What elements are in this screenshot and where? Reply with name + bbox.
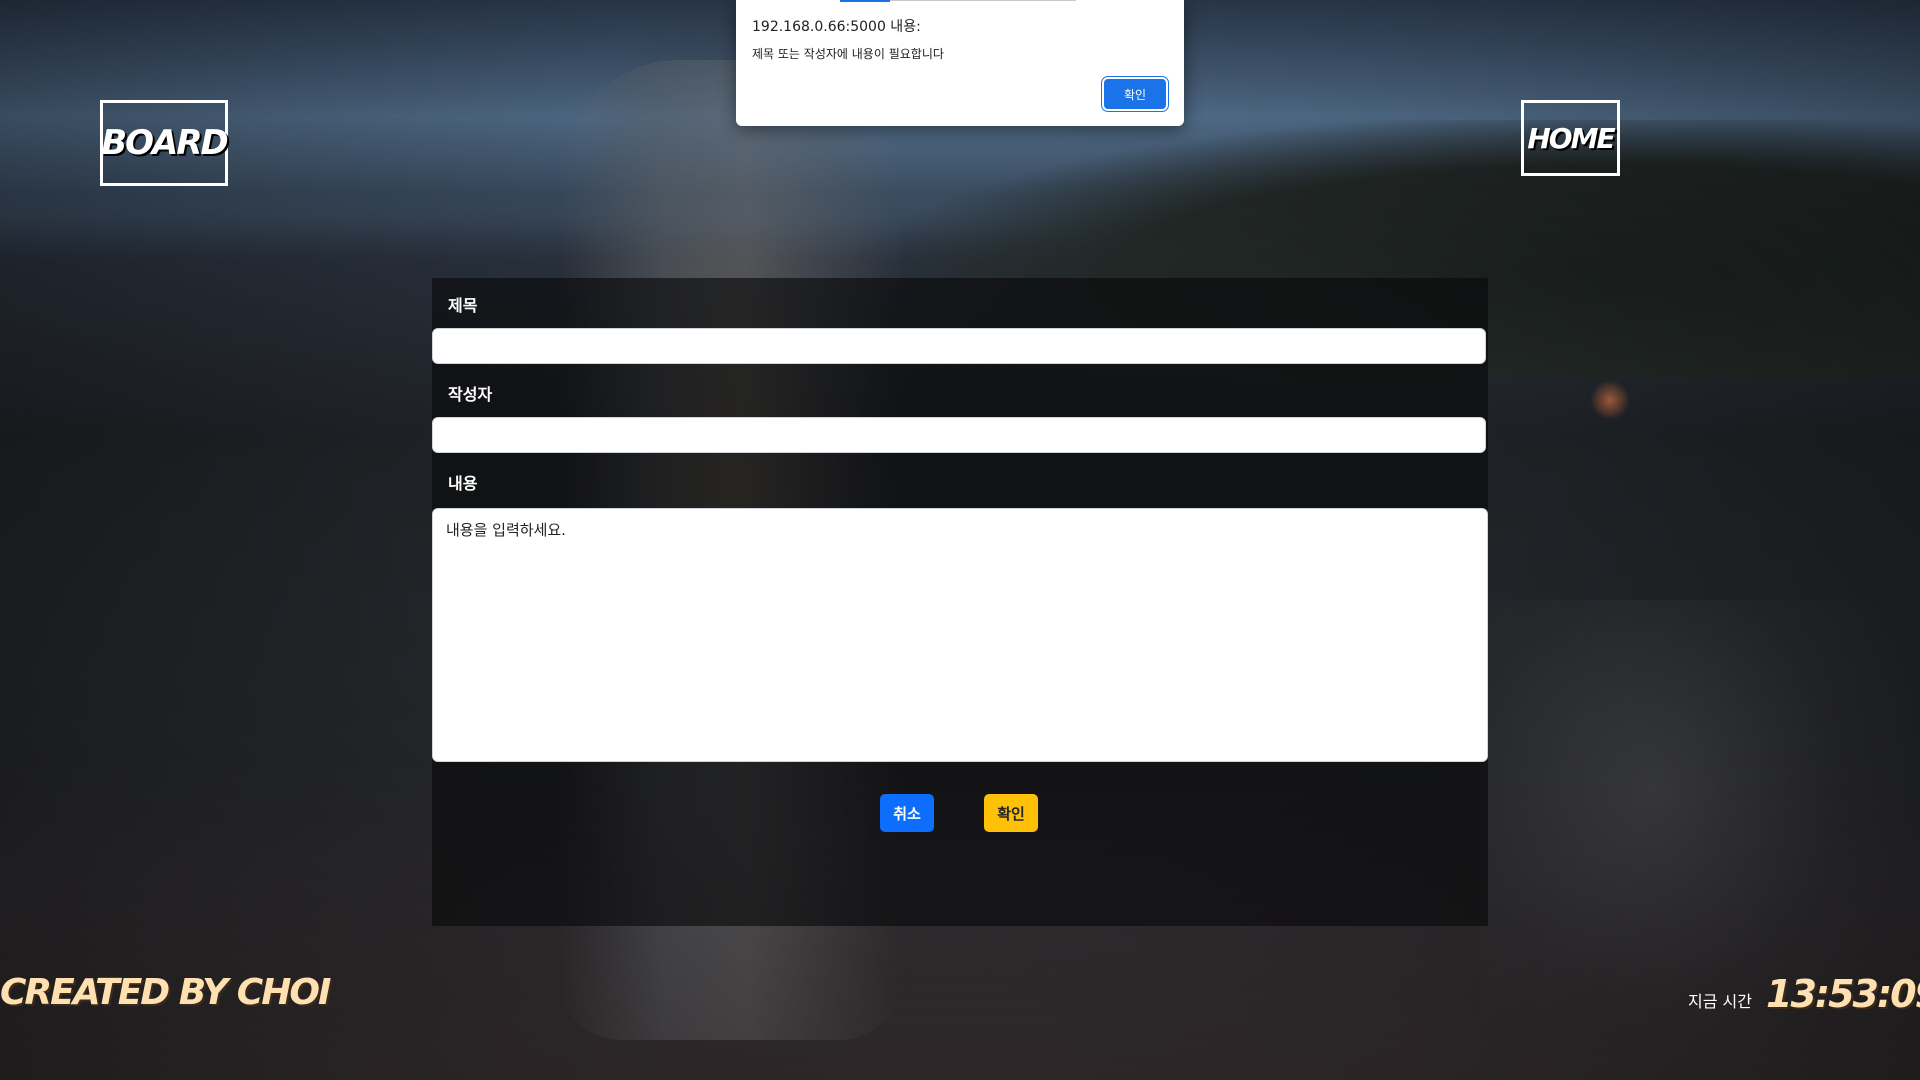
home-link[interactable]: HOME: [1521, 100, 1620, 176]
content-textarea[interactable]: 내용을 입력하세요.: [432, 508, 1488, 762]
title-input[interactable]: [432, 328, 1486, 364]
author-label: 작성자: [448, 385, 493, 404]
footer-credit: CREATED BY CHOI: [0, 972, 331, 1013]
alert-message: 제목 또는 작성자에 내용이 필요합니다: [752, 47, 944, 61]
board-logo-link[interactable]: BOARD: [100, 100, 229, 186]
confirm-button[interactable]: 확인: [984, 794, 1038, 832]
title-label: 제목: [448, 296, 478, 315]
write-form: 제목 작성자 내용 내용을 입력하세요. 취소 확인: [432, 278, 1488, 926]
current-time-label: 지금 시간: [1688, 992, 1752, 1011]
alert-dialog: 192.168.0.66:5000 내용: 제목 또는 작성자에 내용이 필요합…: [736, 0, 1184, 126]
current-time: 13:53:09: [1766, 972, 1920, 1016]
content-label: 내용: [448, 474, 478, 493]
alert-accent-bar: [840, 0, 890, 2]
cancel-button[interactable]: 취소: [880, 794, 934, 832]
author-input[interactable]: [432, 417, 1486, 453]
alert-ok-button[interactable]: 확인: [1104, 79, 1166, 109]
alert-origin: 192.168.0.66:5000 내용:: [752, 19, 921, 35]
